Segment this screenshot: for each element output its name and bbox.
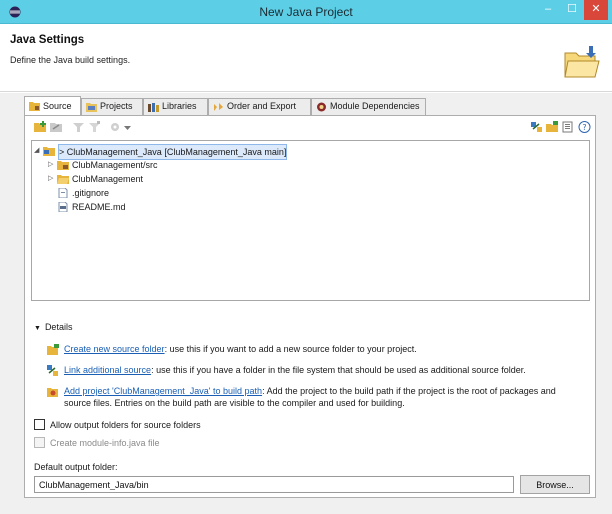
page-description: Define the Java build settings. — [10, 55, 131, 65]
details-section-toggle[interactable]: ▼ Details — [34, 322, 72, 332]
link-source-icon[interactable] — [530, 121, 543, 133]
browse-button[interactable]: Browse... — [520, 475, 590, 494]
libraries-icon — [148, 103, 159, 112]
tree-collapse-toggle[interactable]: ▷ — [48, 172, 56, 186]
tree-item[interactable]: README.md — [48, 200, 268, 214]
projects-icon — [86, 103, 97, 112]
source-toolbar: ? — [34, 120, 592, 136]
tab-libraries[interactable]: Libraries — [143, 98, 208, 115]
close-button[interactable]: ✕ — [584, 0, 608, 20]
create-module-info-checkbox — [34, 437, 45, 448]
folder-icon — [57, 175, 69, 184]
tree-item[interactable]: ▷ ClubManagement/src — [48, 158, 268, 172]
order-export-icon — [214, 103, 223, 111]
create-module-info-label: Create module-info.java file — [50, 438, 160, 448]
tree-item[interactable]: ▷ ClubManagement — [48, 172, 268, 186]
link-additional-source-link[interactable]: Link additional source — [64, 365, 151, 375]
allow-output-folders-checkbox[interactable] — [34, 419, 45, 430]
create-new-source-folder-link[interactable]: Create new source folder — [64, 344, 165, 354]
new-source-folder-icon — [47, 344, 59, 355]
source-tab-panel: ? ◢ > ClubManagement_Java [ClubManagemen… — [24, 115, 596, 498]
file-icon — [58, 188, 68, 198]
java-project-icon — [43, 147, 55, 156]
tree-collapse-toggle[interactable]: ▷ — [48, 158, 56, 172]
add-source-folder-icon[interactable] — [34, 121, 47, 133]
add-project-to-build-path-link[interactable]: Add project 'ClubManagement_Java' to bui… — [64, 386, 262, 396]
module-icon — [317, 102, 326, 112]
details-expand-icon: ▼ — [34, 325, 41, 332]
link-source-icon — [47, 365, 58, 376]
page-title: Java Settings — [10, 34, 85, 46]
filter-icon[interactable] — [72, 121, 85, 133]
folder-wizard-icon — [564, 46, 600, 78]
tab-projects[interactable]: Projects — [81, 98, 143, 115]
properties-icon[interactable] — [562, 121, 575, 133]
source-folder-icon — [57, 161, 69, 170]
svg-text:?: ? — [582, 123, 586, 132]
source-folder-icon — [29, 102, 40, 111]
tab-module-dependencies[interactable]: Module Dependencies — [311, 98, 426, 115]
link-source-description: : use this if you have a folder in the f… — [151, 365, 526, 375]
help-icon[interactable]: ? — [578, 121, 591, 133]
tab-source[interactable]: Source — [24, 96, 81, 115]
add-to-build-path-icon — [47, 388, 58, 397]
tree-item-label: .gitignore — [72, 188, 110, 198]
tab-order-and-export[interactable]: Order and Export — [208, 98, 311, 115]
minimize-button[interactable]: – — [536, 0, 560, 20]
details-heading: Details — [44, 322, 73, 332]
allow-output-folders-label: Allow output folders for source folders — [50, 420, 201, 430]
tree-item-label: ClubManagement/src — [72, 160, 158, 170]
new-source-folder-icon[interactable] — [546, 121, 559, 133]
chevron-down-icon[interactable] — [124, 121, 131, 133]
default-output-folder-input[interactable] — [34, 476, 514, 493]
link-folder-icon[interactable] — [50, 121, 63, 133]
dialog-body: Source Projects Libraries Order and Expo… — [0, 93, 612, 514]
tree-root-project[interactable]: ◢ > ClubManagement_Java [ClubManagement_… — [34, 144, 314, 160]
maximize-button[interactable]: ☐ — [560, 0, 584, 20]
tree-item-label: README.md — [72, 202, 126, 212]
build-path-dropdown-icon[interactable] — [110, 121, 123, 133]
default-output-folder-label: Default output folder: — [34, 462, 118, 472]
window-titlebar: New Java Project – ☐ ✕ — [0, 0, 612, 24]
tree-item-label: ClubManagement — [72, 174, 144, 184]
tree-item[interactable]: .gitignore — [48, 186, 268, 200]
create-source-description: : use this if you want to add a new sour… — [164, 344, 417, 354]
wizard-header: Java Settings Define the Java build sett… — [0, 25, 612, 92]
tree-expand-toggle[interactable]: ◢ — [34, 144, 42, 158]
window-title: New Java Project — [259, 5, 353, 19]
markdown-file-icon — [58, 202, 68, 212]
source-tree[interactable]: ◢ > ClubManagement_Java [ClubManagement_… — [31, 140, 590, 301]
filter-alt-icon[interactable] — [88, 121, 101, 133]
